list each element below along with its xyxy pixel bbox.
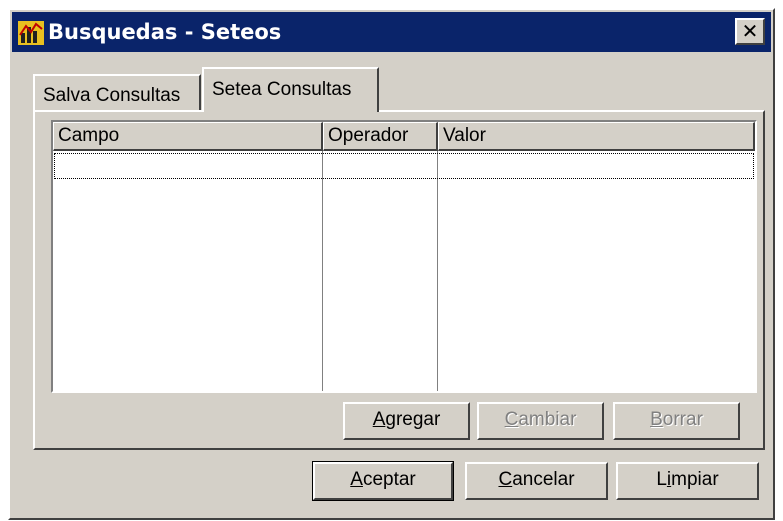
agregar-button[interactable]: Agregar — [343, 402, 470, 440]
column-divider — [322, 151, 323, 391]
column-divider — [437, 151, 438, 391]
title-bar[interactable]: Busquedas - Seteos ✕ — [12, 12, 771, 52]
close-button[interactable]: ✕ — [735, 18, 765, 45]
window-title: Busquedas - Seteos — [48, 20, 282, 44]
table-row[interactable] — [54, 153, 754, 179]
limpiar-button[interactable]: Limpiar — [616, 462, 759, 500]
app-chart-icon — [18, 21, 44, 45]
tab-label: Setea Consultas — [212, 79, 352, 100]
column-header-valor[interactable]: Valor — [438, 122, 755, 151]
borrar-button[interactable]: Borrar — [613, 402, 740, 440]
close-icon: ✕ — [741, 19, 759, 43]
cancelar-button[interactable]: Cancelar — [465, 462, 608, 500]
aceptar-button[interactable]: Aceptar — [312, 461, 454, 501]
cambiar-button[interactable]: Cambiar — [477, 402, 604, 440]
column-header-operador[interactable]: Operador — [323, 122, 438, 151]
criteria-grid[interactable]: Campo Operador Valor — [51, 120, 757, 393]
tab-salva-consultas[interactable]: Salva Consultas — [33, 74, 201, 110]
tab-setea-consultas[interactable]: Setea Consultas — [202, 67, 379, 112]
tab-label: Salva Consultas — [43, 85, 181, 106]
dialog-window: Busquedas - Seteos ✕ Salva Consultas Set… — [8, 8, 775, 520]
column-header-campo[interactable]: Campo — [53, 122, 323, 151]
